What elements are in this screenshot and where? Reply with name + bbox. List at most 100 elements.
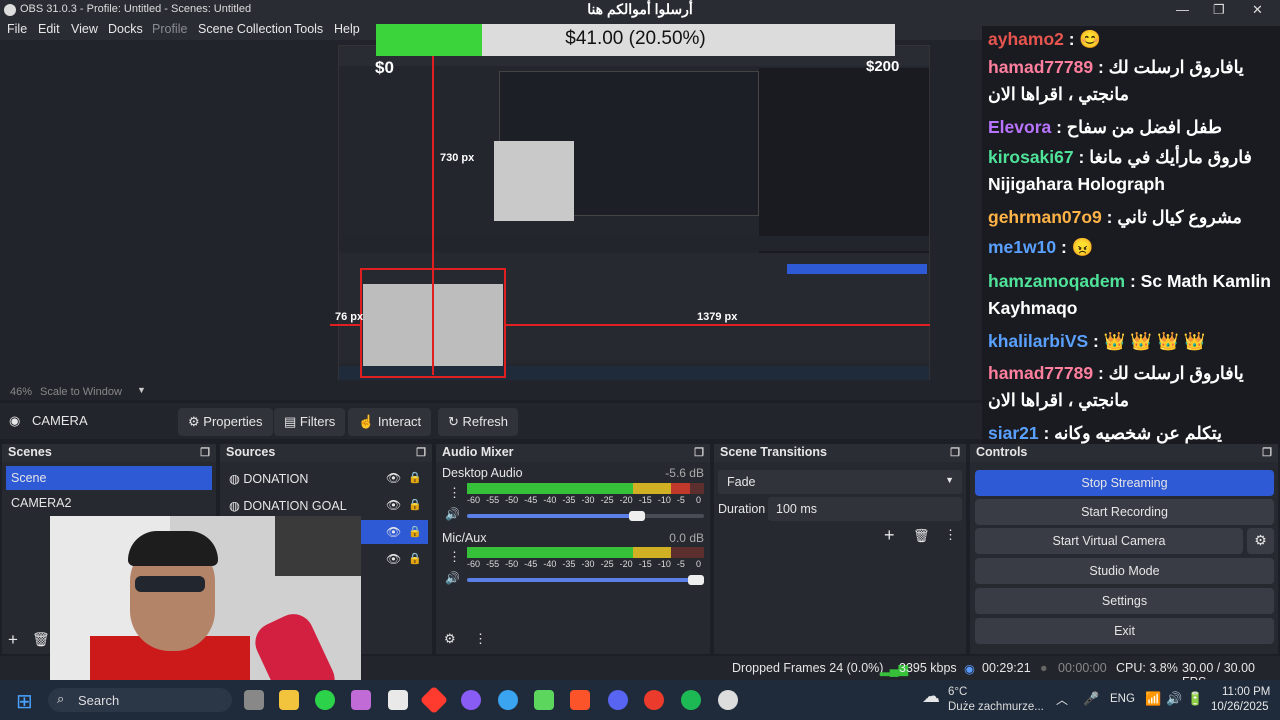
- menu-view[interactable]: View: [71, 22, 98, 36]
- interact-button[interactable]: ☝ Interact: [348, 408, 432, 436]
- undock-icon[interactable]: ❐: [694, 446, 704, 459]
- volume-slider[interactable]: [467, 575, 704, 585]
- lock-icon[interactable]: 🔒: [408, 471, 422, 484]
- meter-tick-label: -25: [600, 495, 614, 505]
- close-icon[interactable]: ✕: [1252, 2, 1263, 18]
- windows-start-icon[interactable]: ⊞: [16, 689, 33, 714]
- donation-progress-bar: $41.00 (20.50%): [376, 24, 895, 56]
- app-icon[interactable]: [419, 685, 449, 715]
- discord-icon[interactable]: [608, 690, 628, 710]
- volume-knob[interactable]: [688, 575, 704, 585]
- undock-icon[interactable]: ❐: [950, 446, 960, 459]
- spotify-icon[interactable]: [681, 690, 701, 710]
- taskbar-search[interactable]: ⌕ Search: [48, 688, 232, 712]
- brave-icon[interactable]: [570, 690, 590, 710]
- chevron-up-icon[interactable]: ︿: [1056, 691, 1068, 708]
- menu-help[interactable]: Help: [334, 22, 360, 36]
- exit-button[interactable]: Exit: [975, 618, 1274, 644]
- selected-source-name: CAMERA: [32, 413, 88, 428]
- volume-icon[interactable]: 🔊: [1166, 691, 1182, 707]
- start-recording-button[interactable]: Start Recording: [975, 499, 1274, 525]
- dropped-frames: Dropped Frames 24 (0.0%): [732, 661, 884, 675]
- duration-value: 100 ms: [776, 502, 817, 516]
- copilot-icon[interactable]: [351, 690, 371, 710]
- app-icon[interactable]: [498, 690, 518, 710]
- audio-meter: [467, 547, 704, 558]
- kebab-menu-icon[interactable]: ⋮: [944, 527, 957, 543]
- maximize-icon[interactable]: ❐: [1213, 2, 1225, 18]
- menu-scene-collection[interactable]: Scene Collection: [198, 22, 292, 36]
- menu-profile[interactable]: Profile: [152, 22, 187, 36]
- add-transition-icon[interactable]: +: [884, 525, 895, 546]
- store-icon[interactable]: [388, 690, 408, 710]
- undock-icon[interactable]: ❐: [416, 446, 426, 459]
- chat-username: hamad77789: [988, 363, 1094, 383]
- eye-icon[interactable]: 👁: [386, 552, 401, 566]
- app-icon[interactable]: [534, 690, 554, 710]
- wifi-icon[interactable]: 📶: [1145, 691, 1161, 707]
- app-icon[interactable]: [461, 690, 481, 710]
- studio-mode-button[interactable]: Studio Mode: [975, 558, 1274, 584]
- weather-temp: 6°C: [948, 686, 968, 698]
- selection-box[interactable]: [360, 268, 506, 378]
- undock-icon[interactable]: ❐: [1262, 446, 1272, 459]
- scale-mode-select[interactable]: Scale to Window: [40, 386, 122, 398]
- refresh-label: Refresh: [462, 414, 509, 429]
- add-scene-icon[interactable]: +: [8, 630, 18, 650]
- duration-input[interactable]: 100 ms: [768, 497, 962, 521]
- app-icon[interactable]: [644, 690, 664, 710]
- language-indicator[interactable]: ENG: [1110, 693, 1135, 705]
- filters-button[interactable]: ▤ Filters: [274, 408, 346, 436]
- clock-time[interactable]: 11:00 PM: [1222, 686, 1270, 698]
- kebab-menu-icon[interactable]: ⋮: [448, 549, 461, 565]
- volume-slider[interactable]: [467, 511, 704, 521]
- obs-icon[interactable]: [718, 690, 738, 710]
- chat-username: me1w10: [988, 237, 1057, 257]
- duration-label: Duration: [718, 502, 766, 516]
- mixer-settings-icon[interactable]: ⚙: [444, 631, 456, 647]
- trash-icon[interactable]: 🗑: [913, 528, 930, 544]
- chevron-down-icon[interactable]: ▼: [137, 385, 146, 395]
- meter-tick-label: -50: [505, 495, 519, 505]
- stop-streaming-button[interactable]: Stop Streaming: [975, 470, 1274, 496]
- chat-username: khalilarbiVS: [988, 331, 1089, 351]
- menu-docks[interactable]: Docks: [108, 22, 143, 36]
- speaker-icon[interactable]: 🔊: [445, 507, 460, 521]
- scene-item[interactable]: Scene: [6, 466, 212, 490]
- task-view-icon[interactable]: [244, 690, 264, 710]
- menu-edit[interactable]: Edit: [38, 22, 60, 36]
- kebab-menu-icon[interactable]: ⋮: [448, 485, 461, 501]
- eye-icon[interactable]: 👁: [386, 471, 401, 485]
- lock-icon[interactable]: 🔒: [408, 552, 422, 565]
- kebab-menu-icon[interactable]: ⋮: [474, 631, 487, 647]
- channel-name: Mic/Aux: [442, 531, 487, 545]
- meter-tick-label: 0: [696, 495, 702, 505]
- file-explorer-icon[interactable]: [279, 690, 299, 710]
- app-icon[interactable]: [315, 690, 335, 710]
- transition-select[interactable]: Fade ▼: [718, 470, 962, 494]
- lock-icon[interactable]: 🔒: [408, 525, 422, 538]
- settings-button[interactable]: Settings: [975, 588, 1274, 614]
- eye-icon[interactable]: 👁: [386, 498, 401, 512]
- trash-icon[interactable]: 🗑: [32, 631, 50, 648]
- menu-file[interactable]: File: [7, 22, 27, 36]
- start-virtual-camera-button[interactable]: Start Virtual Camera: [975, 528, 1243, 554]
- lock-icon[interactable]: 🔒: [408, 498, 422, 511]
- scene-item[interactable]: CAMERA2: [6, 491, 212, 515]
- transitions-header: Scene Transitions ❐: [714, 444, 966, 462]
- transitions-title: Scene Transitions: [720, 445, 827, 459]
- menu-tools[interactable]: Tools: [294, 22, 323, 36]
- undock-icon[interactable]: ❐: [200, 446, 210, 459]
- battery-icon[interactable]: 🔋: [1187, 691, 1203, 707]
- properties-button[interactable]: ⚙ Properties: [178, 408, 273, 436]
- minimize-icon[interactable]: —: [1176, 2, 1189, 17]
- meter-tick-label: -15: [638, 559, 652, 569]
- refresh-button[interactable]: ↻ Refresh: [438, 408, 519, 436]
- clock-date[interactable]: 10/26/2025: [1211, 701, 1269, 713]
- microphone-icon[interactable]: 🎤: [1083, 691, 1099, 707]
- volume-knob[interactable]: [628, 511, 645, 521]
- speaker-icon[interactable]: 🔊: [445, 571, 460, 585]
- eye-icon[interactable]: 👁: [386, 525, 401, 539]
- virtual-camera-settings-icon[interactable]: ⚙: [1247, 528, 1274, 554]
- chat-message: hamad77789 : يافاروق ارسلت لك مانجتي ، ا…: [988, 54, 1272, 108]
